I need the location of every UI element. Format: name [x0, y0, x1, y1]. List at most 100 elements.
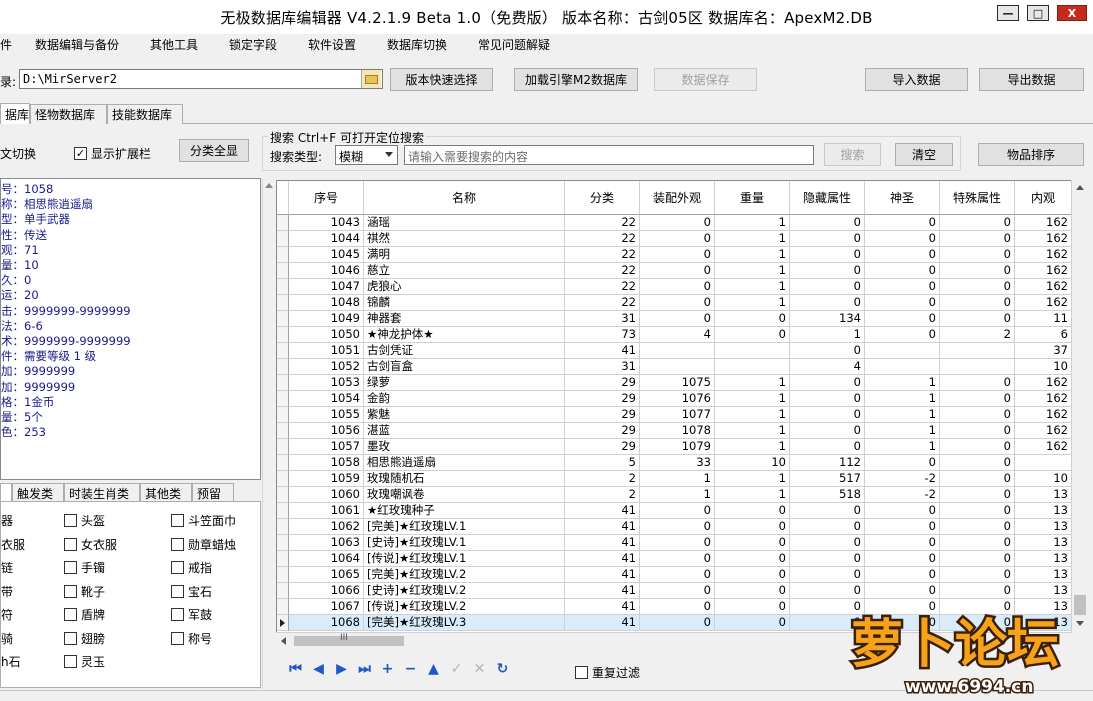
table-cell[interactable]: -2	[865, 471, 940, 487]
table-cell[interactable]: 162	[1015, 231, 1072, 247]
cancel-icon[interactable]: ✕	[468, 659, 491, 679]
table-cell[interactable]: 0	[715, 535, 790, 551]
table-cell[interactable]: 0	[865, 279, 940, 295]
table-cell[interactable]: 0	[790, 343, 865, 359]
row-indicator[interactable]	[277, 583, 289, 599]
table-row[interactable]: 1052 古剑盲盒 31 4 10	[277, 359, 1087, 375]
table-cell[interactable]: [完美]★红玫瑰LV.3	[364, 615, 565, 631]
table-cell[interactable]: 162	[1015, 439, 1072, 455]
table-cell[interactable]: 0	[640, 535, 715, 551]
table-cell[interactable]: 0	[940, 311, 1015, 327]
category-tab-trigger[interactable]: 触发类	[12, 483, 64, 502]
lang-switch-label[interactable]: 文切换	[0, 145, 36, 162]
table-cell[interactable]: 162	[1015, 247, 1072, 263]
table-cell[interactable]: -2	[865, 487, 940, 503]
row-indicator[interactable]	[277, 343, 289, 359]
browse-folder-button[interactable]	[361, 70, 381, 88]
table-cell[interactable]	[940, 343, 1015, 359]
table-cell[interactable]: 1	[715, 407, 790, 423]
table-cell[interactable]: 41	[565, 615, 640, 631]
table-cell[interactable]: 0	[640, 311, 715, 327]
table-cell[interactable]: 0	[640, 551, 715, 567]
version-select-button[interactable]: 版本快速选择	[390, 68, 493, 91]
category-checkbox[interactable]: 勋章蜡烛	[171, 536, 236, 553]
table-cell[interactable]: 1	[715, 391, 790, 407]
table-cell[interactable]: 0	[940, 455, 1015, 471]
table-cell[interactable]: 玫瑰嘲讽卷	[364, 487, 565, 503]
table-cell[interactable]: 0	[865, 247, 940, 263]
table-cell[interactable]: [传说]★红玫瑰LV.1	[364, 551, 565, 567]
table-cell[interactable]: 0	[790, 263, 865, 279]
menu-db-switch[interactable]: 数据库切换	[387, 36, 447, 53]
table-cell[interactable]: 1	[715, 375, 790, 391]
table-cell[interactable]: 0	[790, 583, 865, 599]
table-cell[interactable]: 0	[640, 263, 715, 279]
row-indicator[interactable]	[277, 551, 289, 567]
table-cell[interactable]: 0	[790, 423, 865, 439]
category-checkbox[interactable]: 骑	[1, 630, 13, 647]
table-cell[interactable]: 0	[865, 567, 940, 583]
table-cell[interactable]: 0	[640, 583, 715, 599]
table-row[interactable]: 1066 [史诗]★红玫瑰LV.2 41 0 0 0 0 0 13	[277, 583, 1087, 599]
table-cell[interactable]: 0	[640, 567, 715, 583]
delete-icon[interactable]: −	[399, 659, 422, 679]
table-cell[interactable]: [完美]★红玫瑰LV.1	[364, 519, 565, 535]
table-cell[interactable]: 0	[715, 519, 790, 535]
table-cell[interactable]: 2	[565, 487, 640, 503]
table-cell[interactable]: 0	[940, 551, 1015, 567]
table-cell[interactable]: 0	[865, 583, 940, 599]
table-cell[interactable]: 0	[940, 407, 1015, 423]
table-cell[interactable]: 0	[790, 279, 865, 295]
table-cell[interactable]: 0	[790, 247, 865, 263]
table-row[interactable]: 1045 满明 22 0 1 0 0 0 162	[277, 247, 1087, 263]
table-cell[interactable]: 0	[790, 535, 865, 551]
row-indicator[interactable]	[277, 567, 289, 583]
table-cell[interactable]: ★红玫瑰种子	[364, 503, 565, 519]
next-icon[interactable]: ▶	[330, 659, 353, 679]
menu-faq[interactable]: 常见问题解疑	[478, 36, 550, 53]
category-tab-fashion[interactable]: 时装生肖类	[64, 483, 140, 502]
table-cell[interactable]: 1056	[289, 423, 364, 439]
table-cell[interactable]: 1058	[289, 455, 364, 471]
table-cell[interactable]: 0	[640, 247, 715, 263]
path-input[interactable]: D:\MirServer2	[19, 69, 383, 89]
tab-skill-db[interactable]: 技能数据库	[107, 104, 183, 124]
table-cell[interactable]: 1	[715, 295, 790, 311]
table-cell[interactable]: 1077	[640, 407, 715, 423]
table-cell[interactable]: 162	[1015, 279, 1072, 295]
category-checkbox[interactable]: 戒指	[171, 559, 212, 576]
category-checkbox[interactable]: 盾牌	[64, 606, 105, 623]
table-cell[interactable]: 1	[865, 375, 940, 391]
table-cell[interactable]: 41	[565, 343, 640, 359]
table-cell[interactable]: 1	[640, 487, 715, 503]
table-row[interactable]: 1044 祺然 22 0 1 0 0 0 162	[277, 231, 1087, 247]
table-row[interactable]: 1047 虎狼心 22 0 1 0 0 0 162	[277, 279, 1087, 295]
table-cell[interactable]: 0	[640, 503, 715, 519]
category-checkbox[interactable]: 翅膀	[64, 630, 105, 647]
table-cell[interactable]: 13	[1015, 487, 1072, 503]
row-indicator[interactable]	[277, 327, 289, 343]
row-indicator[interactable]	[277, 407, 289, 423]
table-cell[interactable]: 11	[1015, 311, 1072, 327]
table-cell[interactable]: 祺然	[364, 231, 565, 247]
table-cell[interactable]	[865, 343, 940, 359]
table-cell[interactable]: 0	[790, 375, 865, 391]
row-indicator[interactable]	[277, 487, 289, 503]
table-cell[interactable]: 0	[940, 519, 1015, 535]
table-cell[interactable]: 紫魅	[364, 407, 565, 423]
table-cell[interactable]: 0	[715, 551, 790, 567]
column-header[interactable]: 重量	[715, 181, 790, 215]
table-cell[interactable]: 73	[565, 327, 640, 343]
table-row[interactable]: 1053 绿萝 29 1075 1 0 1 0 162	[277, 375, 1087, 391]
table-cell[interactable]: 锦麟	[364, 295, 565, 311]
table-cell[interactable]: 0	[790, 231, 865, 247]
table-cell[interactable]: 29	[565, 439, 640, 455]
table-cell[interactable]: 1044	[289, 231, 364, 247]
table-cell[interactable]: 5	[565, 455, 640, 471]
tab-monster-db[interactable]: 怪物数据库	[30, 104, 107, 124]
category-checkbox[interactable]: 斗笠面巾	[171, 512, 236, 529]
table-cell[interactable]: 1	[715, 263, 790, 279]
table-cell[interactable]: 0	[940, 247, 1015, 263]
table-cell[interactable]: 0	[940, 535, 1015, 551]
table-cell[interactable]: 1	[715, 423, 790, 439]
